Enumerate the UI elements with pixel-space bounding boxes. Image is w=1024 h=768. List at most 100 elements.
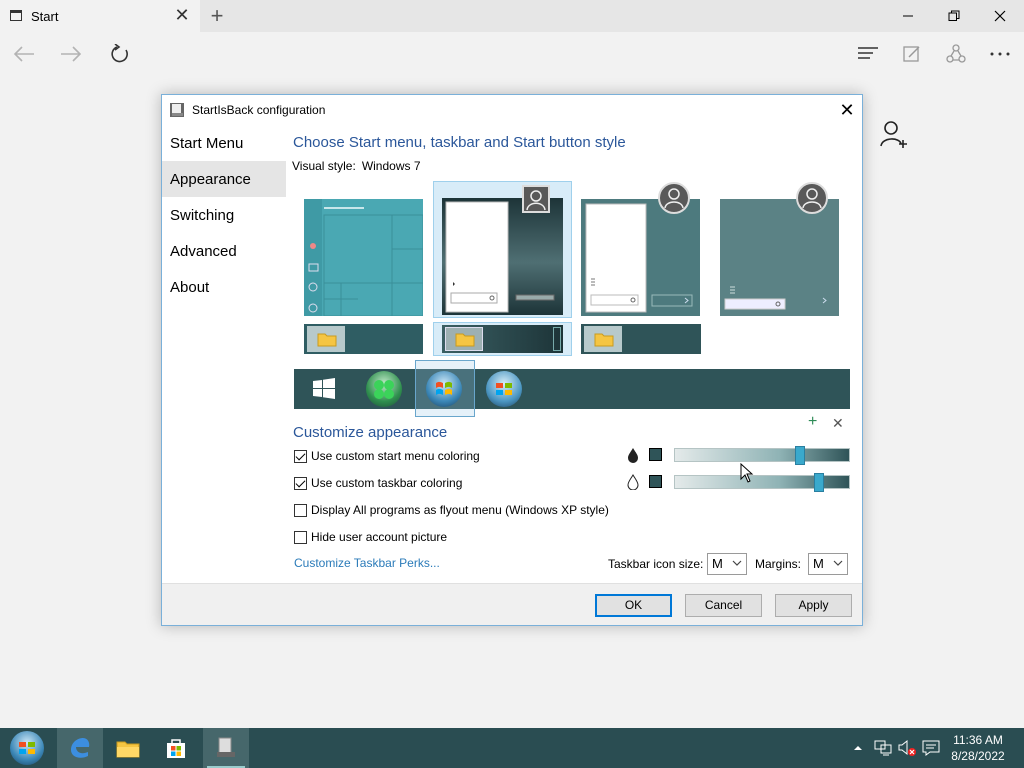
taskbar-preview-flat[interactable] [304,324,423,354]
windows7-orb-icon[interactable] [426,371,462,407]
web-note-icon[interactable] [896,38,928,70]
ok-button[interactable]: OK [595,594,672,617]
refresh-icon[interactable] [104,38,136,70]
app-icon [170,103,184,117]
tab-strip: Start ✕ + [0,0,1024,32]
taskbar-preview-dark[interactable] [581,324,701,354]
visual-style-line: Visual style: Windows 7 [292,159,421,173]
user-avatar-icon [796,182,828,214]
checkbox[interactable] [294,476,307,490]
show-hidden-icons[interactable] [850,728,866,768]
customize-heading: Customize appearance [293,424,448,441]
clock-time: 11:36 AM [953,733,1003,747]
nav-about[interactable]: About [162,269,286,305]
add-person-icon[interactable] [880,120,910,150]
add-custom-orb-icon[interactable]: + [808,413,817,431]
slider-thumb[interactable] [795,446,805,465]
volume-muted-icon[interactable] [896,728,918,768]
opacity-drop-filled-icon [626,447,640,463]
startisback-dialog: StartIsBack configuration ✕ Start Menu A… [161,94,863,626]
clock-date: 8/28/2022 [951,749,1005,763]
style-heading: Choose Start menu, taskbar and Start but… [293,134,626,151]
checkbox[interactable] [294,503,307,517]
margins-label: Margins: [755,557,802,571]
windows-orb-icon[interactable] [486,371,522,407]
chevron-down-icon [833,560,843,566]
nav-switching[interactable]: Switching [162,197,286,233]
checkbox-label: Display All programs as flyout menu (Win… [311,503,609,517]
nav-bar [0,32,1024,76]
page-icon [10,10,22,21]
slider-thumb[interactable] [814,473,824,492]
window-close-icon[interactable] [977,0,1023,32]
startisback-app-icon [217,737,235,757]
dialog-footer: OK Cancel Apply [162,583,862,625]
style-preview-windows10[interactable] [304,199,423,316]
visual-style-label: Visual style: [292,159,356,173]
margins-select[interactable]: M [808,553,848,575]
icon-size-label: Taskbar icon size: [608,557,704,571]
checkbox-custom-taskbar-coloring[interactable]: Use custom taskbar coloring [294,475,462,491]
windows-taskbar: 11:36 AM 8/28/2022 [0,728,1024,768]
start-menu-color-slider[interactable] [674,446,850,465]
restore-icon[interactable] [931,0,977,32]
action-center-icon[interactable] [920,728,942,768]
cancel-button[interactable]: Cancel [685,594,762,617]
checkbox-custom-start-coloring[interactable]: Use custom start menu coloring [294,448,480,464]
taskbar-startisback[interactable] [203,728,249,768]
taskbar-color-slider[interactable] [674,473,850,492]
style-preview-windows7[interactable] [442,198,563,315]
user-avatar-icon [522,185,550,213]
share-icon[interactable] [940,38,972,70]
checkbox-hide-user-picture[interactable]: Hide user account picture [294,529,447,545]
close-tab-icon[interactable]: ✕ [172,5,192,25]
checkbox-label: Use custom start menu coloring [311,449,480,463]
taskbar-store[interactable] [153,728,199,768]
checkbox[interactable] [294,530,307,544]
start-orb-button[interactable] [4,728,50,768]
dialog-close-icon[interactable]: ✕ [834,99,860,121]
checkbox-xp-flyout[interactable]: Display All programs as flyout menu (Win… [294,502,609,518]
start-menu-color-swatch[interactable] [649,448,662,461]
nav-start-menu[interactable]: Start Menu [162,125,286,161]
checkbox-label: Use custom taskbar coloring [311,476,463,490]
taskbar-edge[interactable] [57,728,103,768]
icon-size-value: M [712,556,723,571]
checkbox[interactable] [294,449,307,463]
opacity-drop-outline-icon [626,474,640,491]
dialog-titlebar: StartIsBack configuration ✕ [162,95,862,125]
customize-taskbar-perks-link[interactable]: Customize Taskbar Perks... [294,556,440,570]
remove-custom-orb-icon[interactable]: ✕ [832,415,844,432]
visual-style-value: Windows 7 [361,159,421,173]
taskbar-preview-glass[interactable] [442,325,563,353]
apply-button[interactable]: Apply [775,594,852,617]
taskbar-clock[interactable]: 11:36 AM 8/28/2022 [944,732,1012,764]
clover-orb-icon[interactable] [366,371,402,407]
taskbar-color-swatch[interactable] [649,475,662,488]
checkbox-label: Hide user account picture [311,530,448,544]
chevron-down-icon [732,560,742,566]
nav-appearance[interactable]: Appearance [162,161,286,197]
store-icon [167,739,185,758]
tab-start[interactable]: Start ✕ [0,0,200,32]
more-icon[interactable] [984,38,1016,70]
edge-icon [71,738,90,758]
network-icon[interactable] [872,728,894,768]
hub-icon[interactable] [852,38,884,70]
style-preview-compact[interactable] [581,199,700,316]
nav-advanced[interactable]: Advanced [162,233,286,269]
new-tab-icon[interactable]: + [205,3,229,29]
windows-logo-icon[interactable] [312,377,336,401]
folder-icon [116,741,140,758]
tab-title: Start [31,9,59,24]
margins-value: M [813,556,824,571]
forward-arrow-icon[interactable] [55,38,87,70]
taskbar-file-explorer[interactable] [105,728,151,768]
dialog-title: StartIsBack configuration [192,103,326,117]
back-arrow-icon[interactable] [8,38,40,70]
style-preview-flat[interactable] [720,199,839,316]
icon-size-select[interactable]: M [707,553,747,575]
mouse-cursor-icon [740,462,754,483]
windows7-orb-icon [10,731,44,765]
minimize-icon[interactable] [885,0,931,32]
